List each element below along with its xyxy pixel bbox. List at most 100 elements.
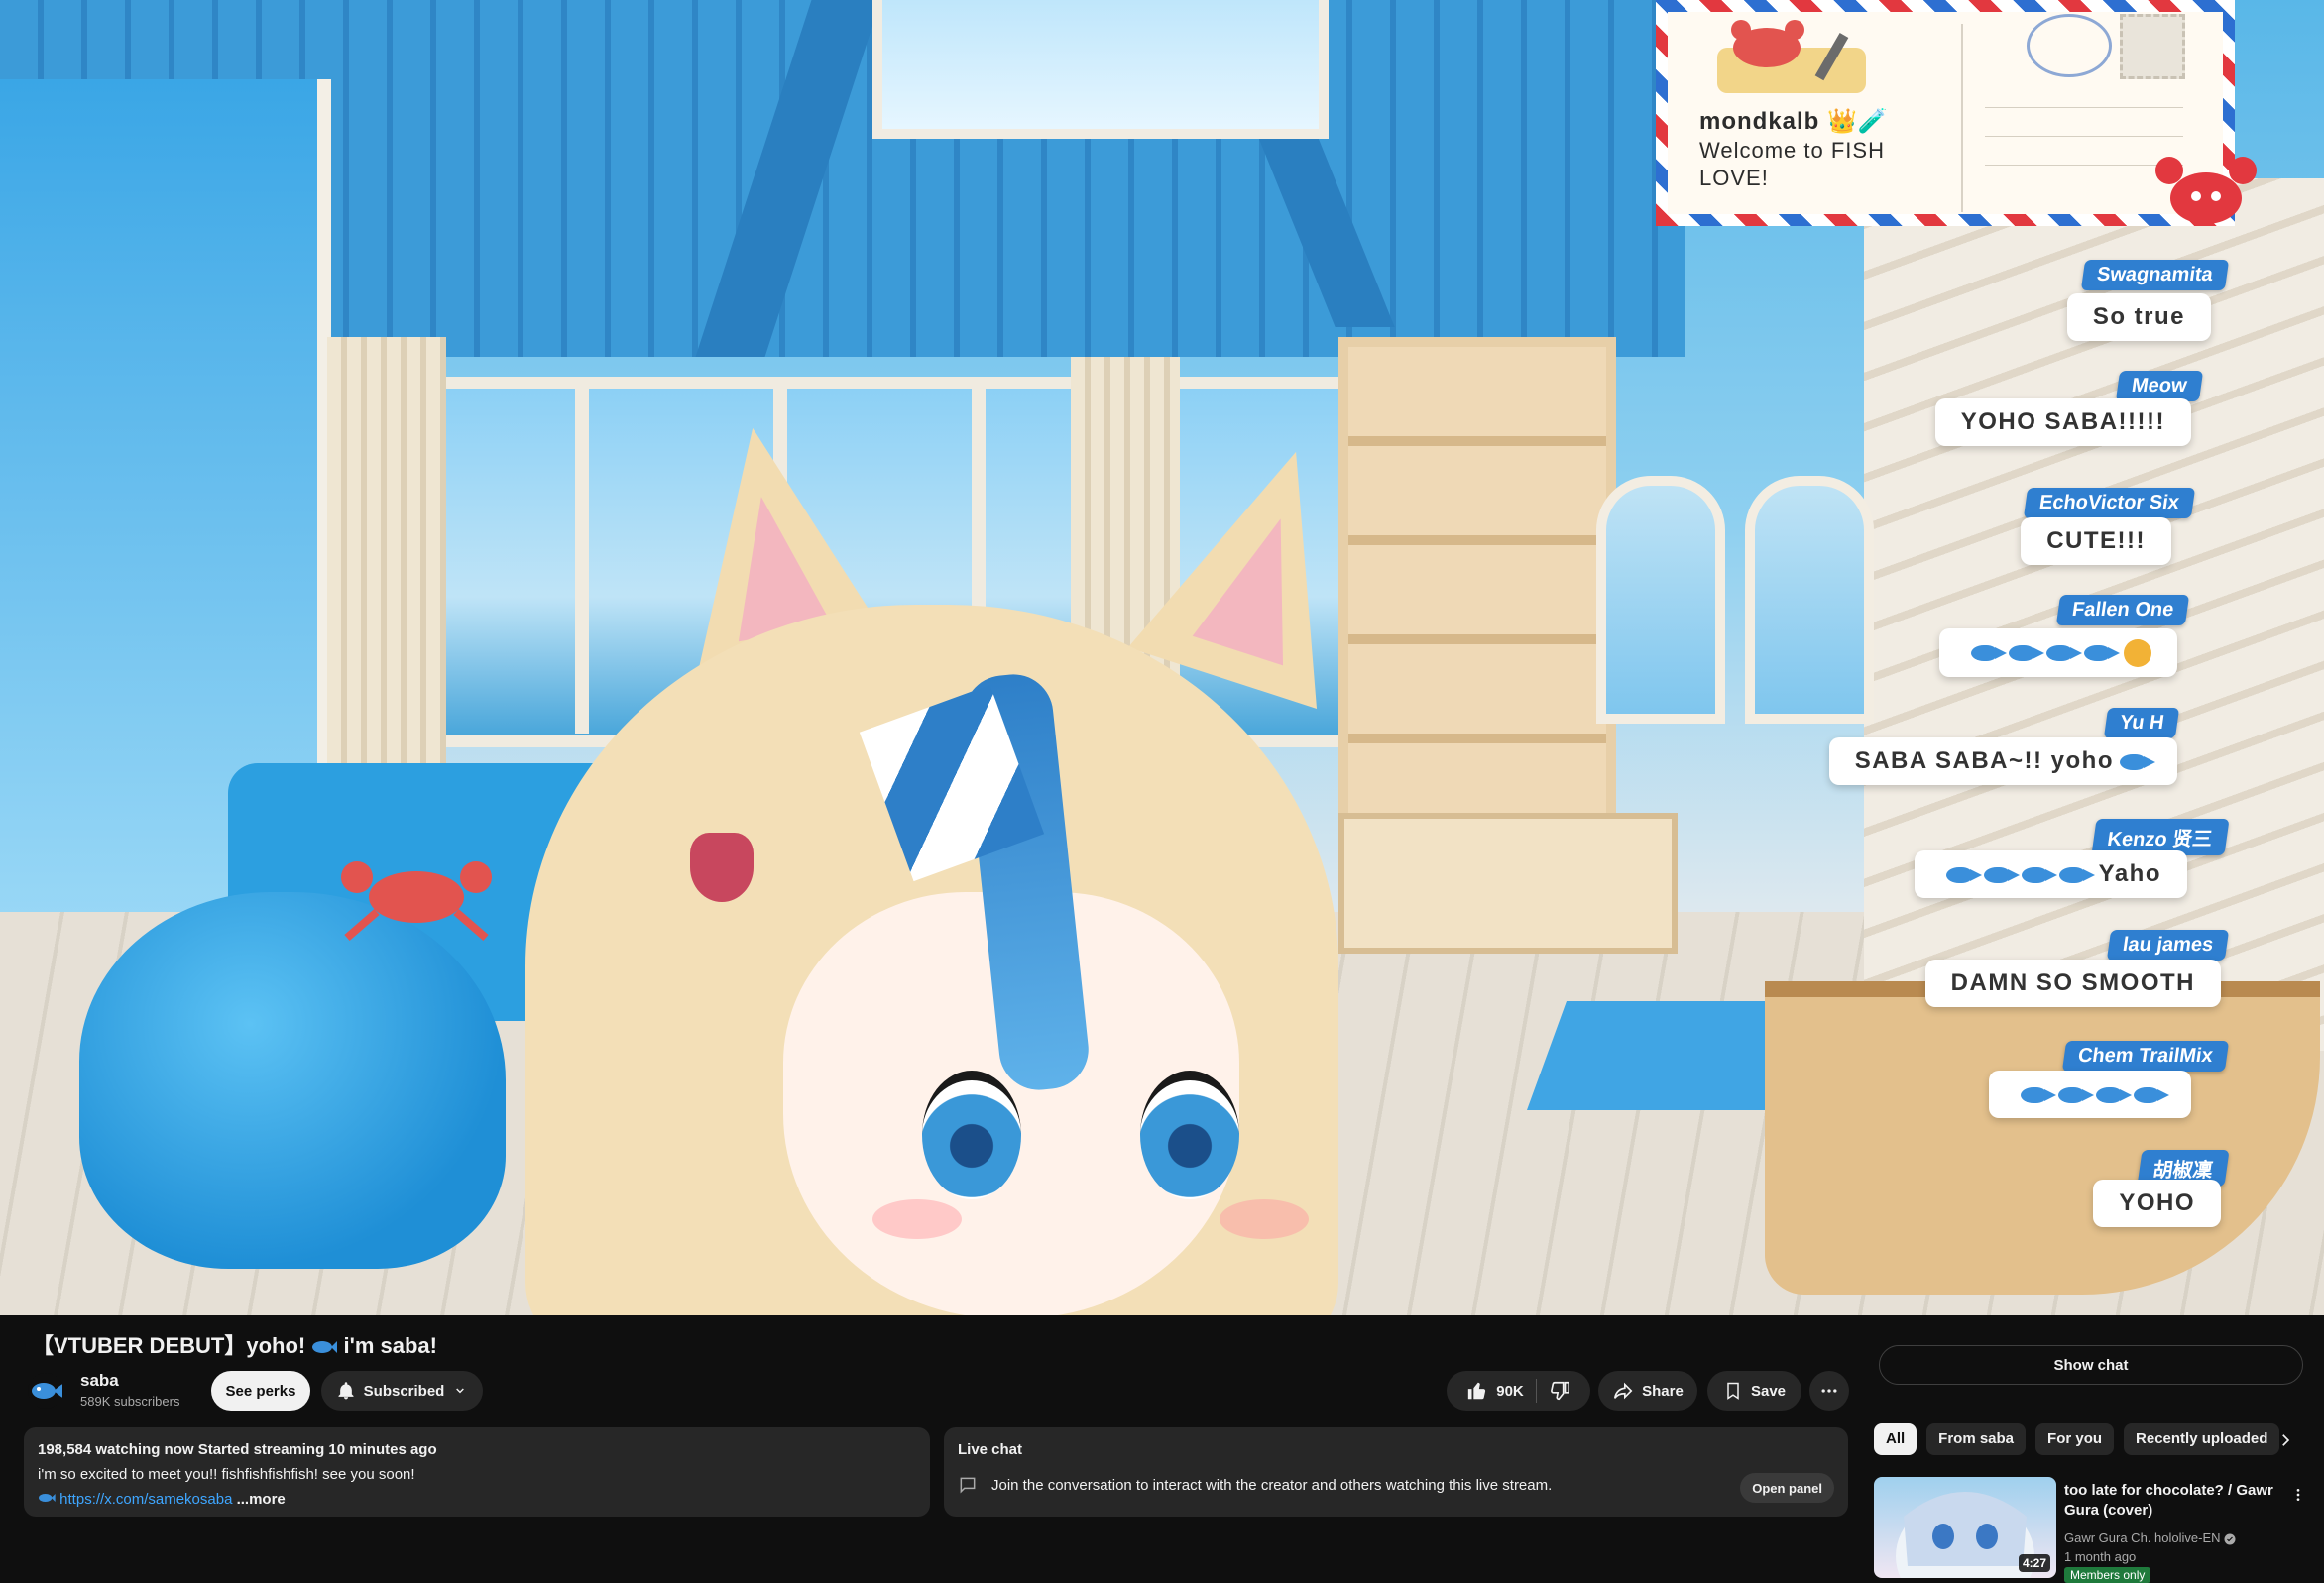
overlay-chat-name: EchoVictor Six — [2024, 488, 2196, 518]
x-profile-link[interactable]: https://x.com/samekosaba — [59, 1491, 232, 1508]
overlay-chat-message: lau james DAMN SO SMOOTH — [1904, 930, 2231, 1019]
overlay-chat-text: DAMN SO SMOOTH — [1924, 960, 2221, 1007]
overlay-chat-message: Chem TrailMix — [1983, 1041, 2231, 1130]
angry-face-emoji-icon — [2124, 638, 2151, 667]
more-actions-button[interactable] — [1809, 1371, 1849, 1411]
fish-emoji-icon — [2058, 866, 2095, 883]
overlay-chat-text-content: SABA SABA~!! yoho — [1854, 747, 2114, 774]
fish-emoji-icon — [2134, 1086, 2169, 1103]
overlay-chat-text-content: Yaho — [2098, 860, 2161, 887]
save-label: Save — [1750, 1382, 1787, 1400]
fish-emoji-icon — [2021, 866, 2057, 883]
postcard-username: mondkalb 👑🧪 — [1699, 108, 1889, 135]
chevron-down-icon — [456, 1388, 465, 1394]
overlay-chat-text: YOHO — [2093, 1180, 2221, 1227]
subscribed-button[interactable]: Subscribed — [321, 1371, 483, 1411]
chip-recently-uploaded[interactable]: Recently uploaded — [2124, 1423, 2280, 1455]
share-label: Share — [1642, 1382, 1684, 1400]
fish-icon — [39, 1494, 56, 1502]
members-only-badge: Members only — [2064, 1567, 2151, 1583]
avatar-blush — [1220, 1199, 1309, 1239]
channel-name[interactable]: saba — [80, 1371, 119, 1391]
verified-check-icon — [2224, 1533, 2236, 1545]
fish-emoji-icon — [2120, 753, 2155, 770]
like-count: 90K — [1496, 1382, 1524, 1400]
recommended-title[interactable]: too late for chocolate? / Gawr Gura (cov… — [2064, 1481, 2282, 1521]
overlay-chat-name: Yu H — [2103, 708, 2180, 738]
overlay-chat-name: Chem TrailMix — [2062, 1041, 2230, 1072]
overlay-chat-text: So true — [2066, 293, 2211, 341]
like-dislike-group: 90K — [1447, 1371, 1590, 1411]
recommended-video[interactable]: 4:27 too late for chocolate? / Gawr Gura… — [1874, 1477, 2310, 1583]
chips-next-button[interactable] — [2270, 1423, 2300, 1457]
postcard-divider — [1961, 24, 1963, 212]
overlay-chat-message: Fallen One — [1939, 595, 2221, 684]
overlay-chat-text: Yaho — [1914, 850, 2187, 898]
chip-all[interactable]: All — [1874, 1423, 1917, 1455]
scene-skylight — [872, 0, 1329, 139]
fish-emoji-icon — [2021, 1086, 2056, 1103]
share-icon — [1614, 1382, 1633, 1400]
scene-curtain — [327, 337, 446, 773]
show-more-link[interactable]: ...more — [237, 1491, 286, 1508]
postmark-icon — [2027, 14, 2112, 77]
chevron-right-icon — [2282, 1434, 2290, 1446]
live-chat-box: Live chat Join the conversation to inter… — [944, 1427, 1848, 1517]
open-panel-button[interactable]: Open panel — [1740, 1473, 1834, 1503]
save-button[interactable]: Save — [1707, 1371, 1801, 1411]
recommended-channel: Gawr Gura Ch. hololive-EN — [2064, 1530, 2236, 1545]
avatar-mouth — [690, 833, 754, 902]
crab-icon — [1717, 20, 1866, 93]
filter-chips: All From saba For you Recently uploaded — [1874, 1423, 2290, 1457]
overlay-chat-message: Kenzo 贤三 Yaho — [1904, 819, 2231, 910]
scene-arch-window — [1745, 476, 1874, 724]
fish-emoji-icon — [2009, 644, 2044, 661]
overlay-chat-message: 胡椒凜 YOHO — [2082, 1150, 2231, 1239]
subscriber-count: 589K subscribers — [80, 1394, 180, 1409]
fish-emoji-icon — [2046, 644, 2082, 661]
kebab-menu-icon[interactable] — [2290, 1485, 2306, 1505]
bookmark-icon — [1727, 1382, 1739, 1400]
more-horizontal-icon — [1821, 1389, 1837, 1393]
video-player[interactable]: mondkalb 👑🧪 Welcome to FISH LOVE! Swagna… — [0, 0, 2324, 1315]
stamp-icon — [2120, 14, 2185, 79]
recommended-age: 1 month ago — [2064, 1549, 2137, 1564]
channel-avatar[interactable] — [28, 1373, 63, 1409]
overlay-chat-text: CUTE!!! — [2021, 517, 2171, 565]
chip-from-saba[interactable]: From saba — [1926, 1423, 2027, 1455]
welcome-postcard: mondkalb 👑🧪 Welcome to FISH LOVE! — [1656, 0, 2235, 226]
video-title: 【VTUBER DEBUT】yoho! i'm saba! — [32, 1328, 437, 1360]
share-button[interactable]: Share — [1598, 1371, 1697, 1411]
description-text: i'm so excited to meet you!! fishfishfis… — [38, 1466, 415, 1483]
overlay-chat-text — [1989, 1071, 2191, 1118]
fish-emoji-icon — [1983, 866, 2020, 883]
chip-for-you[interactable]: For you — [2035, 1423, 2115, 1455]
crab-icon — [2155, 157, 2257, 224]
see-perks-button[interactable]: See perks — [211, 1371, 310, 1411]
live-chat-prompt: Join the conversation to interact with t… — [991, 1476, 1553, 1494]
scene-beanbag — [79, 892, 506, 1269]
description-box[interactable]: 198,584 watching now Started streaming 1… — [24, 1427, 930, 1517]
avatar-eye-left — [922, 1071, 1021, 1199]
description-links: https://x.com/samekosaba ...more — [38, 1491, 916, 1508]
overlay-chat-message: Yu H SABA SABA~!! yoho — [1828, 708, 2221, 797]
subscribed-label: Subscribed — [363, 1382, 445, 1400]
fish-icon — [312, 1341, 338, 1354]
overlay-chat-name: Fallen One — [2055, 595, 2190, 625]
overlay-chat-text — [1939, 628, 2177, 677]
like-button[interactable]: 90K — [1466, 1380, 1524, 1402]
overlay-chat-name: Meow — [2116, 371, 2204, 401]
fish-emoji-icon — [2084, 644, 2120, 661]
video-thumbnail[interactable]: 4:27 — [1874, 1477, 2056, 1578]
video-title-suffix: i'm saba! — [343, 1333, 437, 1358]
thumbs-down-icon[interactable] — [1549, 1380, 1570, 1402]
overlay-chat-message: Swagnamita So true — [1963, 260, 2231, 349]
overlay-chat-message: EchoVictor Six CUTE!!! — [1983, 488, 2211, 567]
thumbs-up-icon — [1468, 1382, 1486, 1400]
overlay-chat-message: Meow YOHO SABA!!!!! — [1934, 371, 2231, 460]
avatar-blush — [872, 1199, 962, 1239]
live-chat-prompt-row: Join the conversation to interact with t… — [958, 1475, 1552, 1495]
live-chat-title: Live chat — [958, 1441, 1023, 1458]
chat-bubble-icon — [960, 1477, 976, 1494]
show-chat-button[interactable]: Show chat — [1879, 1345, 2303, 1385]
